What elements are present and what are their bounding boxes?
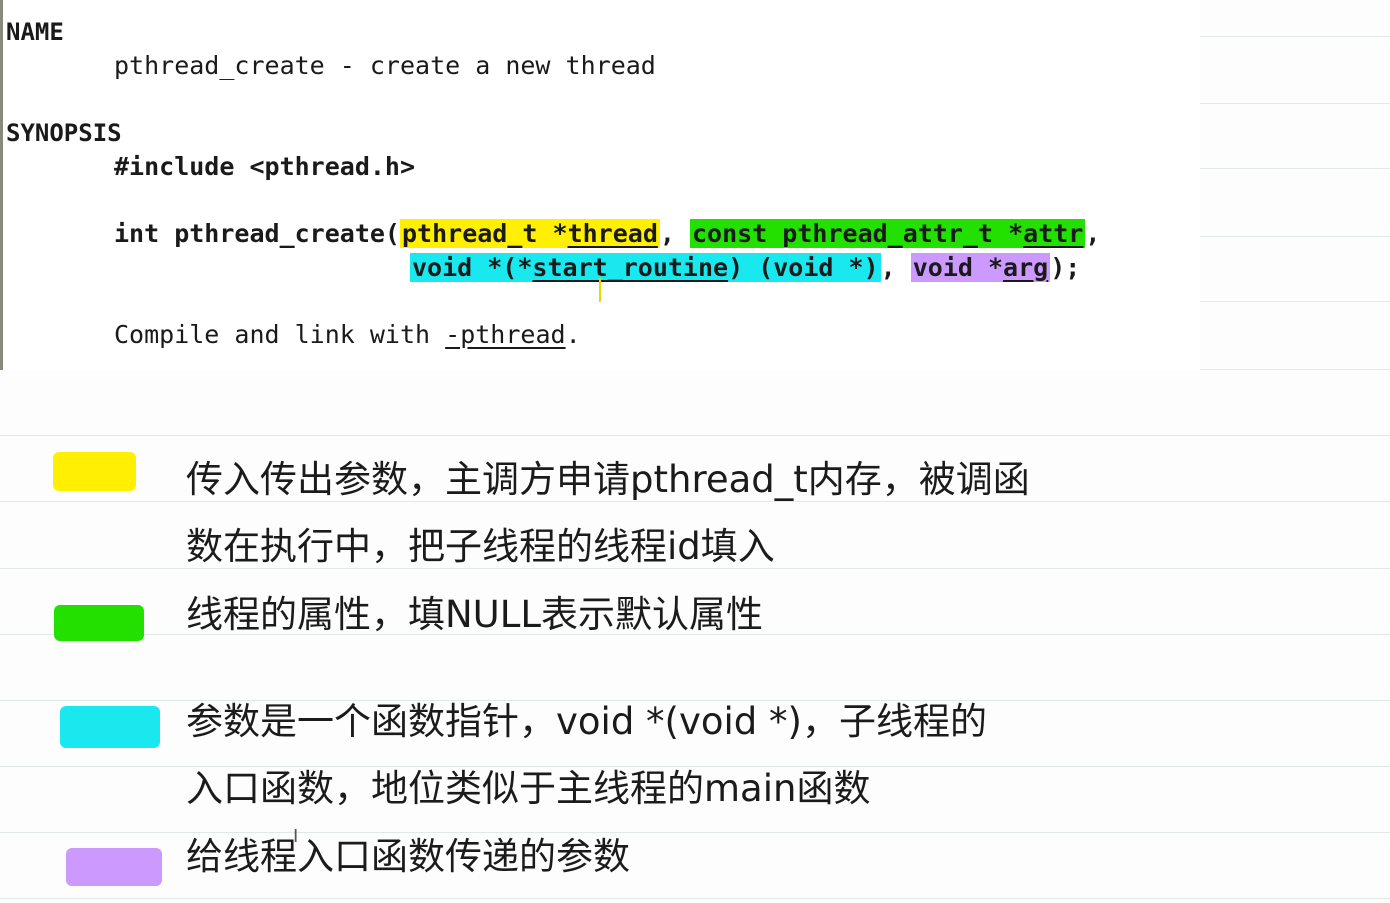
param-attr-name: attr — [1023, 219, 1084, 248]
man-page-panel: NAME pthread_create - create a new threa… — [0, 0, 1200, 370]
legend-green-line-1: 线程的属性，填NULL表示默认属性 — [186, 593, 763, 636]
param-start-routine-name: start_routine — [532, 253, 729, 282]
comma: , — [880, 253, 896, 282]
legend-cyan-line-2: 入口函数，地位类似于主线程的main函数 — [186, 767, 871, 810]
comma: , — [1085, 219, 1101, 248]
compile-prefix: Compile and link with — [114, 320, 446, 349]
param-arg-name: arg — [1003, 253, 1049, 282]
param-thread-highlight: pthread_t *thread — [399, 219, 660, 248]
compile-note: Compile and link with -pthread. — [114, 319, 581, 351]
include-line: #include <pthread.h> — [114, 152, 416, 181]
compile-flag: -pthread — [445, 320, 566, 349]
legend-yellow-line-2: 数在执行中，把子线程的线程id填入 — [186, 525, 775, 568]
param-attr-highlight: const pthread_attr_t *attr — [690, 219, 1086, 248]
ibeam-cursor-icon: I — [293, 826, 299, 847]
legend-violet-line-1: 给线程入口函数传递的参数 — [186, 835, 630, 878]
ruled-line — [1200, 168, 1390, 169]
legend-cyan-line-1: 参数是一个函数指针，void *(void *)，子线程的 — [186, 700, 987, 743]
ruled-line — [1200, 36, 1390, 37]
compile-end: . — [565, 320, 581, 349]
synopsis-heading: SYNOPSIS — [6, 119, 122, 147]
param-start-routine-pre: void *(* — [412, 253, 533, 282]
name-heading: NAME — [6, 18, 64, 46]
text-cursor-icon — [599, 278, 601, 302]
name-description: pthread_create - create a new thread — [114, 51, 656, 80]
yellow-swatch — [53, 452, 136, 491]
param-thread-name: thread — [567, 219, 658, 248]
green-swatch — [54, 605, 144, 641]
prototype-line-2: void *(*start_routine) (void *), void *a… — [410, 252, 1080, 284]
violet-swatch — [66, 848, 162, 886]
param-arg-highlight: void *arg — [910, 253, 1051, 282]
ruled-line — [0, 898, 1390, 899]
param-thread-type: pthread_t * — [401, 219, 568, 248]
param-arg-type: void * — [912, 253, 1004, 282]
param-attr-type: const pthread_attr_t * — [692, 219, 1024, 248]
prototype-line-1: int pthread_create(pthread_t *thread, co… — [114, 218, 1100, 250]
legend-yellow-line-1: 传入传出参数，主调方申请pthread_t内存，被调函 — [186, 458, 1030, 501]
param-start-routine-post: ) (void *) — [728, 253, 879, 282]
ruled-line — [1200, 301, 1390, 302]
prototype-end: ); — [1050, 253, 1081, 282]
param-start-routine-highlight: void *(*start_routine) (void *) — [410, 253, 881, 282]
comma: , — [659, 219, 675, 248]
ruled-line — [1200, 236, 1390, 237]
cyan-swatch — [60, 706, 160, 748]
ruled-line — [0, 435, 1390, 436]
ruled-line — [1200, 369, 1390, 370]
ruled-line — [1200, 103, 1390, 104]
prototype-prefix: int pthread_create( — [114, 219, 400, 248]
